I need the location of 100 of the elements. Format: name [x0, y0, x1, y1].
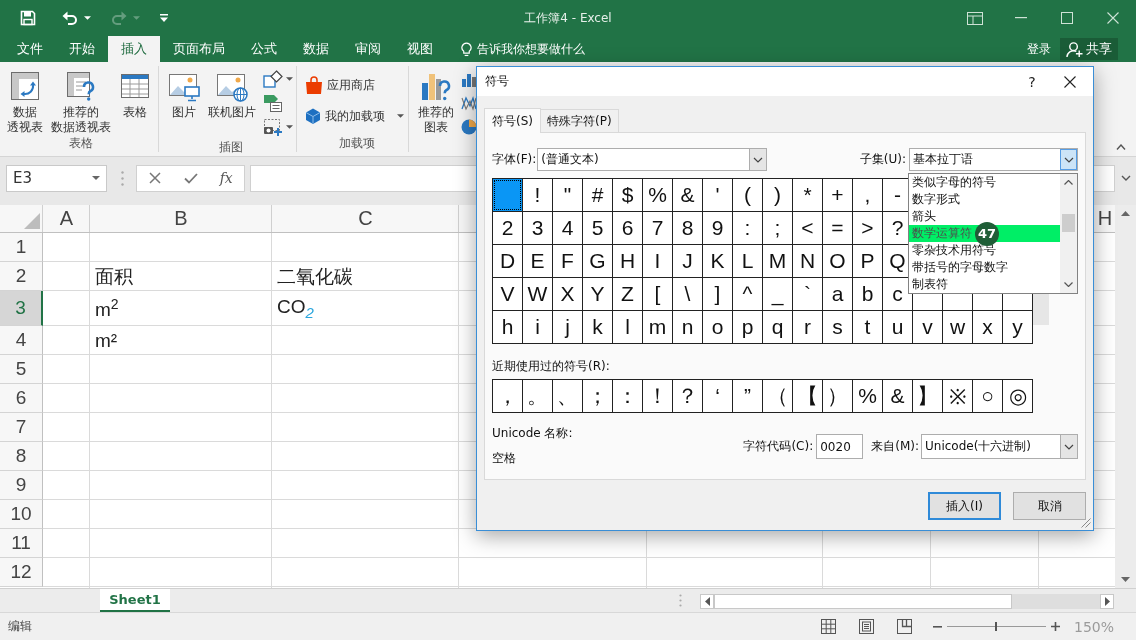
symbol-cell[interactable]: %: [643, 179, 672, 211]
symbol-cell[interactable]: -: [883, 179, 912, 211]
symbol-cell[interactable]: w: [943, 311, 972, 343]
row-header[interactable]: 7: [0, 413, 43, 442]
undo-icon[interactable]: [62, 10, 78, 26]
row-header[interactable]: 4: [0, 326, 43, 355]
camera-icon[interactable]: [263, 118, 283, 136]
resize-grip-icon[interactable]: [1081, 518, 1091, 528]
symbol-cell[interactable]: &: [883, 380, 912, 412]
name-box[interactable]: E3: [6, 164, 107, 192]
dialog-tab[interactable]: 特殊字符(P): [540, 109, 619, 132]
ribbon-tab[interactable]: 开始: [56, 36, 108, 62]
row-header[interactable]: 1: [0, 233, 43, 262]
insert-button[interactable]: 插入(I): [928, 492, 1001, 520]
symbol-cell[interactable]: P: [853, 245, 882, 277]
symbol-cell[interactable]: ）: [823, 380, 852, 412]
tell-me-button[interactable]: 告诉我你想要做什么: [461, 36, 585, 62]
symbol-cell[interactable]: ;: [763, 212, 792, 244]
symbol-cell[interactable]: （: [763, 380, 792, 412]
check-icon[interactable]: [183, 172, 198, 184]
grip-icon[interactable]: [121, 170, 124, 186]
symbol-cell[interactable]: !: [523, 179, 552, 211]
column-header[interactable]: A: [43, 205, 90, 232]
normal-view-icon[interactable]: [820, 619, 836, 634]
ribbon-button[interactable]: 推荐的 图表: [415, 66, 457, 152]
customize-icon[interactable]: [159, 14, 169, 22]
horizontal-scrollbar[interactable]: [700, 594, 1114, 609]
row-header[interactable]: 11: [0, 529, 43, 558]
scroll-down-icon[interactable]: [1064, 282, 1073, 287]
symbol-cell[interactable]: L: [733, 245, 762, 277]
symbol-cell[interactable]: Y: [583, 278, 612, 310]
list-option[interactable]: 制表符: [909, 276, 1060, 293]
scroll-up-icon[interactable]: [1064, 180, 1073, 185]
zoom-out-icon[interactable]: [932, 625, 942, 628]
symbol-cell[interactable]: V: [493, 278, 522, 310]
page-layout-icon[interactable]: [858, 619, 874, 634]
symbol-cell[interactable]: 7: [643, 212, 672, 244]
pie-chart-icon[interactable]: [461, 119, 477, 135]
shapes-icon[interactable]: [263, 70, 283, 88]
symbol-cell[interactable]: 3: [523, 212, 552, 244]
symbol-cell[interactable]: _: [763, 278, 792, 310]
row-header[interactable]: 3: [0, 291, 43, 326]
symbol-cell[interactable]: 2: [493, 212, 522, 244]
symbol-cell[interactable]: +: [823, 179, 852, 211]
symbol-cell[interactable]: 4: [553, 212, 582, 244]
zoom-in-icon[interactable]: [1050, 622, 1060, 631]
symbol-cell[interactable]: u: [883, 311, 912, 343]
symbol-cell[interactable]: y: [1003, 311, 1032, 343]
cancel-icon[interactable]: [148, 172, 161, 184]
symbol-cell[interactable]: 、: [553, 380, 582, 412]
ribbon-tab[interactable]: 公式: [238, 36, 290, 62]
save-icon[interactable]: [20, 10, 36, 26]
symbol-cell[interactable]: ": [553, 179, 582, 211]
symbol-cell[interactable]: ‘: [703, 380, 732, 412]
symbol-cell[interactable]: 9: [703, 212, 732, 244]
diagram-icon[interactable]: [263, 94, 283, 112]
symbol-cell[interactable]: ：: [613, 380, 642, 412]
row-header[interactable]: 9: [0, 471, 43, 500]
symbol-cell[interactable]: 8: [673, 212, 702, 244]
insert-function-button[interactable]: fx: [219, 170, 233, 186]
symbol-cell[interactable]: ；: [583, 380, 612, 412]
line-chart-icon[interactable]: [461, 95, 477, 111]
symbol-cell[interactable]: 】: [913, 380, 942, 412]
symbol-cell[interactable]: H: [613, 245, 642, 277]
symbol-cell[interactable]: j: [553, 311, 582, 343]
symbol-cell[interactable]: o: [703, 311, 732, 343]
ribbon-tab[interactable]: 插入: [108, 36, 160, 62]
symbol-cell[interactable]: x: [973, 311, 1002, 343]
ribbon-button[interactable]: 表格: [116, 66, 154, 135]
symbol-cell[interactable]: p: [733, 311, 762, 343]
ribbon-tab[interactable]: 审阅: [342, 36, 394, 62]
symbol-cell[interactable]: r: [793, 311, 822, 343]
chevron-icon[interactable]: [753, 156, 764, 163]
ribbon-tab[interactable]: 文件: [4, 36, 56, 62]
caret-icon[interactable]: [84, 16, 91, 20]
symbol-cell[interactable]: Z: [613, 278, 642, 310]
zoom-slider-thumb[interactable]: [995, 622, 998, 631]
minimize-icon[interactable]: [1015, 17, 1027, 19]
symbol-cell[interactable]: ※: [943, 380, 972, 412]
symbol-cell[interactable]: $: [613, 179, 642, 211]
symbol-cell[interactable]: [493, 179, 522, 211]
symbol-cell[interactable]: ，: [493, 380, 522, 412]
char-code-field[interactable]: 0020: [816, 434, 864, 459]
share-button[interactable]: 共享: [1060, 38, 1118, 60]
symbol-cell[interactable]: q: [763, 311, 792, 343]
ribbon-button[interactable]: 应用商店: [305, 73, 404, 97]
symbol-cell[interactable]: ？: [673, 380, 702, 412]
scrollbar-thumb[interactable]: [1033, 293, 1049, 325]
symbol-cell[interactable]: m: [643, 311, 672, 343]
collapse-ribbon-icon[interactable]: [1116, 144, 1126, 150]
symbol-cell[interactable]: O: [823, 245, 852, 277]
list-option[interactable]: 类似字母的符号: [909, 174, 1060, 191]
symbol-cell[interactable]: k: [583, 311, 612, 343]
page-break-icon[interactable]: [896, 619, 912, 634]
symbol-cell[interactable]: ): [763, 179, 792, 211]
from-dropdown[interactable]: Unicode(十六进制): [921, 434, 1078, 459]
font-dropdown[interactable]: (普通文本): [537, 148, 768, 171]
symbol-cell[interactable]: h: [493, 311, 522, 343]
scroll-left-icon[interactable]: [704, 597, 710, 606]
help-button[interactable]: ?: [1017, 73, 1047, 90]
